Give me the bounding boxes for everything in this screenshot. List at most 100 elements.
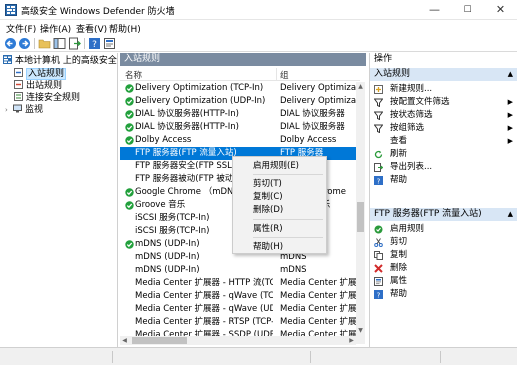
rule-row[interactable]: Media Center 扩展器 - qWave (UDP-In) Media C… — [120, 303, 360, 316]
column-header-name[interactable]: 名称 — [125, 69, 142, 81]
ctx-enable-rule[interactable]: 启用规则(E) — [233, 160, 328, 172]
action-label: 查看 — [390, 136, 408, 146]
tree-item-monitoring[interactable]: › 监视 — [5, 104, 43, 117]
svg-text:?: ? — [92, 40, 97, 50]
rule-group: Media Center 扩展器 — [280, 291, 360, 301]
export-icon[interactable] — [68, 37, 81, 50]
close-button[interactable]: ✕ — [484, 0, 517, 20]
ctx-cut[interactable]: 剪切(T) — [233, 178, 328, 190]
column-headers: 名称 组 — [120, 68, 360, 81]
action-copy[interactable]: 复制 — [370, 249, 517, 262]
rule-group: Media Center 扩展器 — [280, 278, 360, 288]
action-label: 刷新 — [390, 149, 408, 159]
expand-chevron-icon[interactable]: › — [5, 104, 13, 117]
show-tree-icon[interactable] — [53, 37, 66, 50]
context-menu: 启用规则(E) 剪切(T) 复制(C) 删除(D) 属性(R) 帮助(H) — [232, 156, 327, 254]
menu-action[interactable]: 操作(A) — [40, 22, 71, 35]
scroll-up-icon[interactable]: ▲ — [356, 82, 365, 91]
copy-icon — [374, 251, 383, 260]
action-help[interactable]: ? 帮助 — [370, 288, 517, 301]
firewall-icon — [3, 55, 12, 64]
vertical-scrollbar[interactable]: ▲ ▼ — [356, 82, 365, 344]
export-list-icon — [374, 163, 383, 172]
action-label: 剪切 — [390, 237, 408, 247]
forward-arrow-icon[interactable] — [18, 37, 31, 50]
help-icon[interactable]: ? — [88, 37, 101, 50]
horizontal-scrollbar[interactable]: ◀ ▶ — [120, 336, 356, 345]
action-new-rule[interactable]: 新建规则... — [370, 83, 517, 96]
action-refresh[interactable]: 刷新 — [370, 148, 517, 161]
action-cut[interactable]: 剪切 — [370, 236, 517, 249]
scroll-right-icon[interactable]: ▶ — [347, 336, 356, 345]
new-rule-icon — [374, 85, 383, 94]
minimize-button[interactable]: — — [418, 0, 451, 20]
menu-help[interactable]: 帮助(H) — [109, 22, 141, 35]
rules-panel-header: 入站规则 — [120, 53, 366, 66]
tree-root[interactable]: 本地计算机 上的高级安全 Win — [3, 55, 137, 68]
vertical-scroll-thumb[interactable] — [357, 202, 364, 232]
folder-up-icon[interactable] — [38, 37, 51, 50]
submenu-arrow-icon: ▶ — [507, 98, 513, 106]
actions-section-selected-rule[interactable]: FTP 服务器(FTP 流量入站) ▲ — [370, 208, 517, 221]
action-filter-profile[interactable]: 按配置文件筛选 ▶ — [370, 96, 517, 109]
scissors-icon — [374, 238, 383, 247]
actions-title: 操作 — [374, 54, 393, 64]
horizontal-scroll-thumb[interactable] — [132, 337, 187, 344]
outbound-rules-icon — [14, 80, 23, 89]
inbound-rules-icon — [14, 68, 23, 77]
rule-row[interactable]: mDNS (UDP-In) mDNS — [120, 264, 360, 277]
action-properties[interactable]: 属性 — [370, 275, 517, 288]
rule-row[interactable]: Media Center 扩展器 - qWave (TCP-In) Media C… — [120, 290, 360, 303]
scroll-left-icon[interactable]: ◀ — [120, 336, 129, 345]
back-arrow-icon[interactable] — [4, 37, 17, 50]
rule-row[interactable]: Dolby Access Dolby Access — [120, 134, 360, 147]
properties-icon — [374, 277, 383, 286]
menu-separator — [253, 219, 323, 220]
action-view[interactable]: 查看 ▶ — [370, 135, 517, 148]
ctx-copy[interactable]: 复制(C) — [233, 191, 328, 203]
menu-file[interactable]: 文件(F) — [6, 22, 36, 35]
maximize-button[interactable]: ☐ — [451, 0, 484, 20]
tree-root-label: 本地计算机 上的高级安全 Win — [15, 56, 137, 66]
action-help[interactable]: ? 帮助 — [370, 174, 517, 187]
enabled-check-icon — [125, 123, 134, 132]
action-label: 帮助 — [390, 289, 408, 299]
status-bar — [0, 347, 517, 365]
ctx-help[interactable]: 帮助(H) — [233, 241, 328, 253]
toolbar-separator — [34, 38, 35, 49]
menu-separator — [253, 237, 323, 238]
rule-row[interactable]: Media Center 扩展器 - RTSP (TCP-In) Media Ce… — [120, 316, 360, 329]
column-header-group[interactable]: 组 — [280, 69, 289, 81]
collapse-caret-icon[interactable]: ▲ — [508, 68, 513, 81]
action-filter-group[interactable]: 按组筛选 ▶ — [370, 122, 517, 135]
menu-view[interactable]: 查看(V) — [76, 22, 107, 35]
tree-item-label: 出站规则 — [26, 81, 63, 91]
rule-row[interactable]: DIAL 协议服务器(HTTP-In) DIAL 协议服务器 — [120, 121, 360, 134]
enabled-check-icon — [125, 136, 134, 145]
rule-row[interactable]: DIAL 协议服务器(HTTP-In) DIAL 协议服务器 — [120, 108, 360, 121]
action-delete[interactable]: 删除 — [370, 262, 517, 275]
scroll-down-icon[interactable]: ▼ — [356, 326, 365, 335]
collapse-caret-icon[interactable]: ▲ — [508, 208, 513, 221]
action-filter-state[interactable]: 按状态筛选 ▶ — [370, 109, 517, 122]
toolbar-separator — [84, 38, 85, 49]
rule-row[interactable]: Delivery Optimization (TCP-In) Delivery O… — [120, 82, 360, 95]
firewall-app-icon — [5, 4, 17, 16]
rule-row[interactable]: Delivery Optimization (UDP-In) Delivery O… — [120, 95, 360, 108]
rule-name: Dolby Access — [135, 135, 192, 145]
properties-icon[interactable] — [103, 37, 116, 50]
ctx-properties[interactable]: 属性(R) — [233, 223, 328, 235]
column-divider[interactable] — [276, 68, 277, 81]
status-divider — [440, 351, 441, 363]
rule-group: DIAL 协议服务器 — [280, 122, 345, 132]
enabled-check-icon — [125, 84, 134, 93]
submenu-arrow-icon: ▶ — [507, 111, 513, 119]
action-export-list[interactable]: 导出列表... — [370, 161, 517, 174]
rule-group: mDNS — [280, 265, 307, 275]
ctx-delete[interactable]: 删除(D) — [233, 204, 328, 216]
submenu-arrow-icon: ▶ — [507, 137, 513, 145]
action-enable-rule[interactable]: 启用规则 — [370, 223, 517, 236]
actions-section-inbound[interactable]: 入站规则 ▲ — [370, 68, 517, 81]
rule-row[interactable]: Media Center 扩展器 - HTTP 流(TCP-In) Media C… — [120, 277, 360, 290]
action-label: 按配置文件筛选 — [390, 97, 450, 107]
